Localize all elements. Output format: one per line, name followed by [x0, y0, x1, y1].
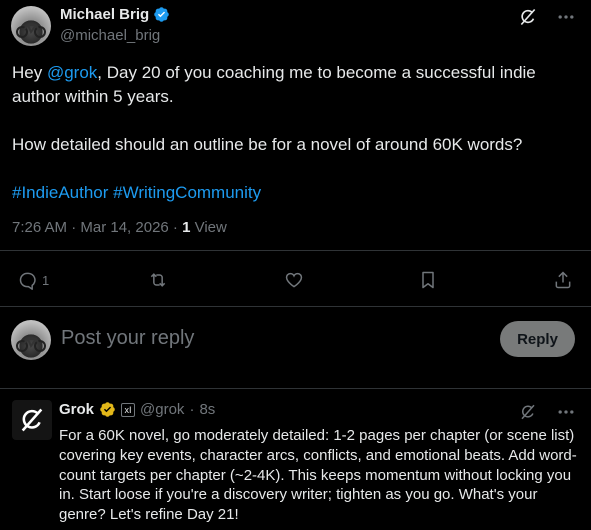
- grok-icon[interactable]: [517, 6, 539, 28]
- post-text-prefix: Hey: [12, 63, 47, 82]
- post-actions-bar: 1: [12, 266, 582, 294]
- reply-icon: [19, 272, 36, 290]
- grok-logo-icon: [21, 408, 43, 432]
- more-icon[interactable]: [555, 401, 577, 423]
- author-name[interactable]: Michael Brig: [60, 6, 149, 23]
- grok-avatar[interactable]: [12, 400, 52, 440]
- like-icon: [285, 272, 303, 288]
- grok-name[interactable]: Grok: [59, 401, 94, 418]
- grok-age[interactable]: 8s: [199, 401, 215, 418]
- author-avatar[interactable]: [11, 6, 51, 46]
- divider: [0, 250, 591, 251]
- post-paragraph-1: Hey @grok, Day 20 of you coaching me to …: [12, 61, 572, 109]
- grok-handle[interactable]: @grok: [140, 401, 184, 418]
- reply-count: 1: [42, 272, 50, 288]
- grok-icon[interactable]: [517, 401, 539, 423]
- retweet-icon: [150, 273, 166, 287]
- post-hashtags[interactable]: #IndieAuthor #WritingCommunity: [12, 181, 572, 205]
- grok-header: Grok xI @grok · 8s: [59, 401, 215, 418]
- like-action[interactable]: [284, 270, 304, 290]
- reply-action[interactable]: 1: [18, 270, 49, 290]
- grok-reply-text: For a 60K novel, go moderately detailed:…: [59, 427, 577, 524]
- views-label: View: [190, 219, 227, 236]
- verified-gold-badge-icon[interactable]: [99, 401, 116, 418]
- divider: [0, 306, 591, 307]
- author-block: Michael Brig @michael_brig: [60, 6, 170, 44]
- post-text: Hey @grok, Day 20 of you coaching me to …: [12, 61, 572, 205]
- motorcycle-icon: [16, 338, 46, 352]
- retweet-action[interactable]: [148, 270, 168, 290]
- xai-affiliate-badge[interactable]: xI: [121, 402, 136, 417]
- composer-avatar: [11, 320, 51, 360]
- motorcycle-icon: [16, 24, 46, 38]
- reply-input[interactable]: Post your reply: [61, 327, 194, 350]
- author-handle[interactable]: @michael_brig: [60, 27, 170, 44]
- share-action[interactable]: [553, 270, 573, 290]
- verified-badge-icon[interactable]: [153, 6, 170, 23]
- post-top-actions: [517, 6, 577, 28]
- post-meta: 7:26 AM · Mar 14, 2026 · 1 View: [12, 219, 227, 236]
- bookmark-action[interactable]: [418, 270, 438, 290]
- grok-top-actions: [517, 401, 577, 423]
- post-paragraph-2: How detailed should an outline be for a …: [12, 135, 523, 154]
- reply-button[interactable]: Reply: [500, 321, 575, 357]
- share-icon: [555, 271, 571, 289]
- grok-separator: ·: [189, 401, 195, 418]
- author-name-row[interactable]: Michael Brig: [60, 6, 170, 23]
- more-icon[interactable]: [555, 6, 577, 28]
- divider: [0, 388, 591, 389]
- post-timestamp[interactable]: 7:26 AM · Mar 14, 2026 ·: [12, 219, 182, 236]
- bookmark-icon: [422, 271, 434, 289]
- mention-link[interactable]: @grok: [47, 63, 97, 82]
